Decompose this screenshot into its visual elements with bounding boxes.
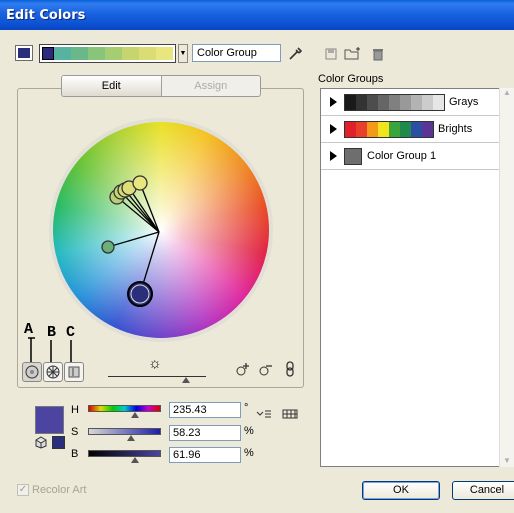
groups-scrollbar[interactable]: ▲ ▼ — [499, 88, 514, 467]
swatch-grid-icon[interactable] — [282, 406, 298, 422]
harmony-swatch[interactable] — [71, 47, 88, 60]
h-label: H — [71, 404, 79, 416]
group-swatches — [344, 147, 362, 165]
s-slider-thumb[interactable] — [127, 435, 135, 441]
brightness-slider-thumb[interactable] — [182, 377, 190, 383]
group-color-swatch[interactable] — [367, 121, 378, 137]
cube-icon[interactable] — [35, 436, 48, 452]
group-color-swatch[interactable] — [378, 121, 389, 137]
h-slider-thumb[interactable] — [131, 412, 139, 418]
out-of-gamut-swatch[interactable] — [52, 436, 65, 449]
group-color-swatch[interactable] — [422, 94, 433, 110]
group-color-swatch[interactable] — [400, 94, 411, 110]
h-value-field[interactable]: 235.43 — [169, 402, 241, 418]
harmony-swatch[interactable] — [139, 47, 156, 60]
b-slider[interactable] — [88, 450, 161, 457]
remove-color-tool-icon[interactable] — [258, 361, 274, 377]
add-color-tool-icon[interactable] — [235, 361, 251, 377]
save-group-icon[interactable] — [323, 46, 339, 62]
group-color-swatch[interactable] — [389, 94, 400, 110]
group-color-swatch[interactable] — [367, 94, 378, 110]
tab-assign[interactable]: Assign — [162, 76, 261, 96]
ok-button[interactable]: OK — [362, 481, 440, 500]
expand-triangle-icon[interactable] — [330, 97, 337, 107]
slider-menu-icon[interactable] — [256, 406, 272, 422]
expand-triangle-icon[interactable] — [330, 151, 337, 161]
group-row-brights[interactable]: Brights — [321, 116, 501, 143]
group-color-swatch[interactable] — [356, 94, 367, 110]
window-title: Edit Colors — [0, 0, 514, 30]
s-value-field[interactable]: 58.23 — [169, 425, 241, 441]
base-color-marker — [127, 281, 153, 307]
eyedropper-icon[interactable] — [287, 46, 303, 62]
edit-assign-tabs: Edit Assign — [61, 75, 261, 97]
harmony-swatch[interactable] — [88, 47, 105, 60]
delete-group-icon[interactable] — [370, 46, 386, 62]
color-groups-list: Grays Brights Color Group 1 — [320, 88, 514, 467]
h-slider[interactable] — [88, 405, 161, 412]
s-label: S — [71, 426, 79, 438]
group-color-swatch[interactable] — [400, 121, 411, 137]
group-color-swatch[interactable] — [411, 121, 422, 137]
color-marker — [101, 240, 115, 254]
group-row-grays[interactable]: Grays — [321, 89, 501, 116]
recolor-art-checkbox[interactable]: ✓ — [17, 484, 29, 496]
b-unit: % — [244, 447, 254, 459]
b-value-field[interactable]: 61.96 — [169, 447, 241, 463]
harmony-dropdown-arrow[interactable]: ▼ — [178, 44, 188, 63]
group-color-swatch[interactable] — [411, 94, 422, 110]
brightness-sun-icon: ☼ — [148, 355, 162, 372]
harmony-swatch[interactable] — [42, 47, 54, 60]
b-label: B — [71, 448, 79, 460]
s-unit: % — [244, 425, 254, 437]
harmony-swatch[interactable] — [105, 47, 122, 60]
brightness-slider[interactable] — [108, 376, 206, 377]
color-marker — [132, 175, 148, 191]
group-name: Color Group 1 — [367, 150, 437, 162]
color-groups-header: Color Groups — [318, 73, 384, 85]
harmony-swatch[interactable] — [54, 47, 71, 60]
group-color-swatch[interactable] — [422, 121, 433, 137]
group-color-swatch[interactable] — [345, 121, 356, 137]
s-slider[interactable] — [88, 428, 161, 435]
group-swatches — [344, 120, 434, 138]
group-name: Grays — [449, 96, 479, 108]
b-slider-thumb[interactable] — [131, 457, 139, 463]
harmony-swatch[interactable] — [156, 47, 173, 60]
group-name: Brights — [438, 123, 473, 135]
group-color-swatch[interactable] — [345, 94, 356, 110]
group-color-swatch[interactable] — [356, 121, 367, 137]
segmented-wheel-button[interactable] — [43, 362, 63, 382]
new-group-icon[interactable] — [344, 45, 360, 61]
group-color-swatch[interactable] — [378, 94, 389, 110]
h-unit: ° — [244, 402, 249, 414]
color-markers[interactable] — [53, 122, 269, 338]
expand-triangle-icon[interactable] — [330, 124, 337, 134]
scroll-down-icon[interactable]: ▼ — [500, 456, 514, 465]
harmony-color-strip[interactable] — [39, 44, 176, 63]
link-harmony-icon[interactable] — [282, 361, 298, 377]
color-bars-button[interactable] — [64, 362, 84, 382]
cancel-button[interactable]: Cancel — [452, 481, 514, 500]
group-name-input[interactable]: Color Group — [192, 44, 281, 62]
group-color-swatch[interactable] — [389, 121, 400, 137]
group-color-swatch[interactable] — [345, 148, 361, 164]
group-row-color-group-1[interactable]: Color Group 1 — [321, 143, 501, 170]
group-color-swatch[interactable] — [433, 94, 444, 110]
current-color-swatch[interactable] — [35, 406, 64, 434]
group-swatches — [344, 93, 445, 111]
smooth-wheel-button[interactable] — [22, 362, 42, 382]
recolor-art-label: Recolor Art — [32, 484, 87, 496]
tab-edit[interactable]: Edit — [62, 76, 162, 96]
active-color-swatch[interactable] — [15, 45, 33, 61]
harmony-swatch[interactable] — [122, 47, 139, 60]
scroll-up-icon[interactable]: ▲ — [500, 88, 514, 97]
